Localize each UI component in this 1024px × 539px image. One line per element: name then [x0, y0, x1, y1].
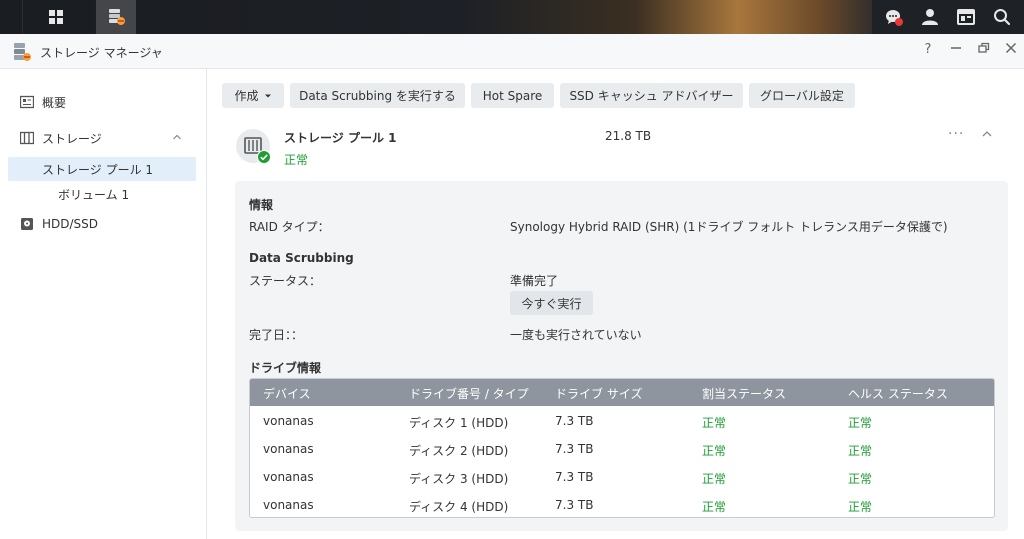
drive-info-heading: ドライブ情報 — [249, 361, 322, 375]
help-button[interactable]: ? — [920, 42, 936, 58]
column-header-drive-slot[interactable]: ドライブ番号 / タイプ — [409, 385, 529, 402]
restore-icon — [978, 42, 990, 53]
data-scrubbing-heading: Data Scrubbing — [249, 251, 354, 265]
drive-slot-cell: ディスク 1 (HDD) — [409, 416, 509, 430]
health-status-cell: 正常 — [848, 416, 873, 430]
sidebar-item-storage[interactable]: ストレージ — [8, 126, 196, 150]
sidebar-item-label: ストレージ — [42, 131, 102, 146]
more-options-button[interactable]: ··· — [948, 126, 964, 142]
storage-icon — [20, 131, 34, 145]
user-button[interactable] — [910, 0, 950, 34]
window-title: ストレージ マネージャ — [40, 46, 163, 60]
device-cell: vonanas — [263, 498, 314, 512]
sidebar-item-label: ストレージ プール 1 — [42, 162, 154, 177]
table-row[interactable]: vonanas ディスク 1 (HDD) 7.3 TB 正常 正常 — [250, 407, 994, 435]
device-cell: vonanas — [263, 414, 314, 428]
taskbar-tray — [872, 0, 1024, 34]
raid-type-label: RAID タイプ： — [249, 220, 330, 234]
sidebar-item-label: 概要 — [42, 95, 67, 110]
completion-date-value: 一度も実行されていない — [510, 328, 642, 342]
allocation-status-cell: 正常 — [702, 472, 727, 486]
main-menu-button[interactable] — [36, 0, 76, 34]
run-data-scrubbing-button[interactable]: Data Scrubbing を実行する — [290, 83, 465, 108]
drive-size-cell: 7.3 TB — [555, 414, 594, 428]
drive-size-cell: 7.3 TB — [555, 470, 594, 484]
info-heading: 情報 — [249, 198, 274, 212]
chevron-up-icon[interactable] — [981, 128, 993, 140]
storage-pool-icon — [236, 129, 271, 164]
device-cell: vonanas — [263, 470, 314, 484]
drive-size-cell: 7.3 TB — [555, 498, 594, 512]
health-status-cell: 正常 — [848, 472, 873, 486]
raid-type-value: Synology Hybrid RAID (SHR) (1ドライブ フォルト ト… — [510, 220, 948, 234]
notifications-button[interactable] — [874, 0, 914, 34]
allocation-status-cell: 正常 — [702, 500, 727, 514]
column-header-device[interactable]: デバイス — [263, 385, 311, 402]
widgets-icon — [957, 9, 975, 25]
close-button[interactable] — [1003, 42, 1019, 58]
close-icon — [1005, 42, 1017, 54]
completion-date-label: 完了日：： — [249, 328, 304, 342]
taskbar — [0, 0, 1024, 34]
table-row[interactable]: vonanas ディスク 2 (HDD) 7.3 TB 正常 正常 — [250, 435, 994, 463]
storage-manager-taskbar-button[interactable] — [96, 0, 136, 34]
create-dropdown-button[interactable]: 作成 — [222, 83, 284, 108]
search-icon — [994, 9, 1011, 26]
overview-icon — [20, 95, 34, 109]
column-header-allocation-status[interactable]: 割当ステータス — [702, 385, 786, 402]
scrubbing-status-label: ステータス： — [249, 274, 322, 288]
chevron-up-icon[interactable] — [172, 132, 182, 142]
minimize-button[interactable] — [948, 42, 964, 58]
global-settings-button[interactable]: グローバル設定 — [749, 83, 855, 108]
create-label: 作成 — [234, 89, 259, 103]
storage-pool-name: ストレージ プール 1 — [284, 131, 397, 145]
storage-manager-icon — [109, 9, 125, 25]
hdd-icon — [21, 218, 33, 230]
sidebar-item-hdd-ssd[interactable]: HDD/SSD — [8, 212, 196, 236]
storage-pool-size: 21.8 TB — [605, 129, 652, 143]
sidebar-item-label: ボリューム 1 — [58, 187, 130, 202]
healthy-check-icon — [257, 150, 271, 164]
storage-pool-status: 正常 — [284, 153, 309, 167]
storage-pool-details: 情報 RAID タイプ： Synology Hybrid RAID (SHR) … — [235, 181, 1008, 531]
allocation-status-cell: 正常 — [702, 444, 727, 458]
sidebar-item-overview[interactable]: 概要 — [8, 90, 196, 114]
column-header-drive-size[interactable]: ドライブ サイズ — [555, 385, 642, 402]
sidebar-item-storage-pool-1[interactable]: ストレージ プール 1 — [8, 157, 196, 181]
minimize-icon — [951, 47, 961, 49]
storage-pool-header[interactable]: ストレージ プール 1 正常 21.8 TB ··· — [222, 116, 1010, 180]
table-row[interactable]: vonanas ディスク 4 (HDD) 7.3 TB 正常 正常 — [250, 491, 994, 517]
allocation-status-cell: 正常 — [702, 416, 727, 430]
user-icon — [922, 9, 938, 25]
window-titlebar: ストレージ マネージャ ? — [0, 34, 1024, 69]
storage-manager-app-icon — [14, 43, 31, 61]
sidebar: 概要 ストレージ ストレージ プール 1 ボリューム 1 HDD/SSD — [0, 69, 207, 539]
drive-info-table: デバイス ドライブ番号 / タイプ ドライブ サイズ 割当ステータス ヘルス ス… — [249, 378, 995, 518]
restore-button[interactable] — [976, 42, 992, 58]
scrubbing-status-value: 準備完了 — [510, 274, 559, 288]
table-header: デバイス ドライブ番号 / タイプ ドライブ サイズ 割当ステータス ヘルス ス… — [250, 379, 994, 406]
drive-slot-cell: ディスク 4 (HDD) — [409, 500, 509, 514]
drive-slot-cell: ディスク 2 (HDD) — [409, 444, 509, 458]
taskbar-separator — [22, 0, 23, 34]
table-row[interactable]: vonanas ディスク 3 (HDD) 7.3 TB 正常 正常 — [250, 463, 994, 491]
sidebar-item-label: HDD/SSD — [42, 217, 99, 231]
caret-down-icon — [264, 94, 271, 97]
ssd-cache-advisor-button[interactable]: SSD キャッシュ アドバイザー — [560, 83, 743, 108]
run-now-button[interactable]: 今すぐ実行 — [510, 291, 593, 315]
drive-size-cell: 7.3 TB — [555, 442, 594, 456]
hot-spare-button[interactable]: Hot Spare — [471, 83, 554, 108]
sidebar-item-volume-1[interactable]: ボリューム 1 — [8, 182, 196, 206]
search-button[interactable] — [982, 0, 1022, 34]
column-header-health-status[interactable]: ヘルス ステータス — [848, 385, 948, 402]
health-status-cell: 正常 — [848, 500, 873, 514]
health-status-cell: 正常 — [848, 444, 873, 458]
chat-notification-icon — [886, 10, 903, 26]
widgets-button[interactable] — [946, 0, 986, 34]
device-cell: vonanas — [263, 442, 314, 456]
main-menu-icon — [49, 10, 63, 24]
drive-slot-cell: ディスク 3 (HDD) — [409, 472, 509, 486]
